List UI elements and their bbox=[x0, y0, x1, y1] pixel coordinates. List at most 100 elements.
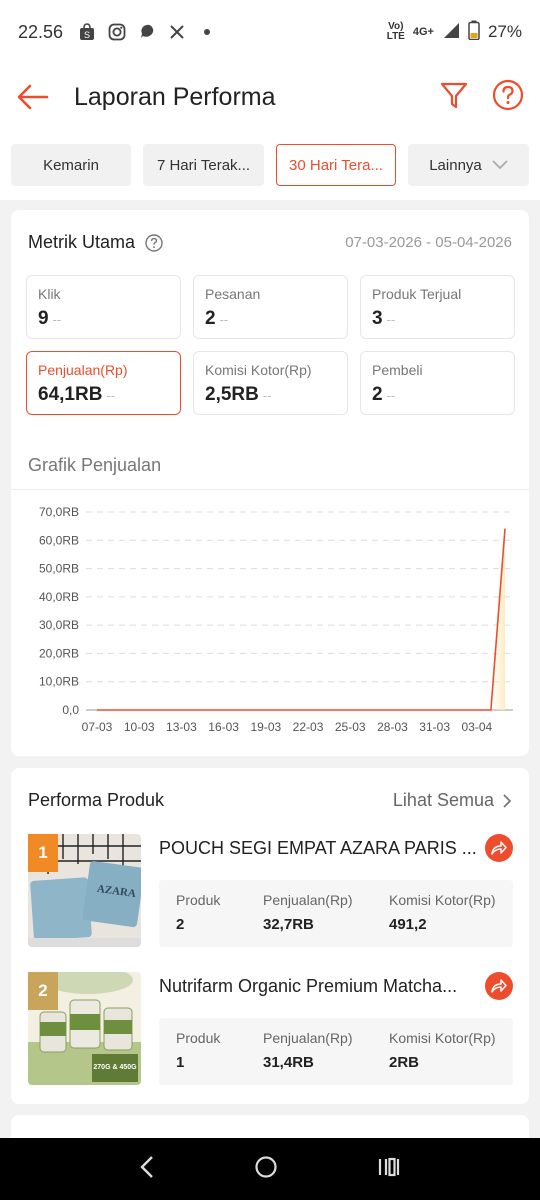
metric-trend: -- bbox=[52, 312, 62, 327]
metric-value: 2,5RB bbox=[205, 384, 259, 405]
stat-label-komisi: Komisi Kotor(Rp) bbox=[389, 1030, 496, 1046]
stat-value-penjualan: 32,7RB bbox=[263, 916, 314, 933]
chip-label: Kemarin bbox=[43, 156, 99, 174]
stat-label-produk: Produk bbox=[176, 1030, 221, 1046]
metric-penjualan[interactable]: Penjualan(Rp) 64,1RB -- bbox=[26, 351, 181, 415]
metric-komisi-kotor[interactable]: Komisi Kotor(Rp) 2,5RB -- bbox=[193, 351, 348, 415]
status-bar: 22.56 S Vo) LTE 4G+ 27% bbox=[0, 0, 540, 64]
metric-label: Produk Terjual bbox=[372, 286, 462, 302]
funnel-icon bbox=[440, 82, 468, 108]
product-stats: Produk Penjualan(Rp) Komisi Kotor(Rp) 1 … bbox=[159, 1018, 513, 1085]
x-tick-label: 31-03 bbox=[419, 720, 450, 734]
filter-chip-lainnya[interactable]: Lainnya bbox=[408, 144, 529, 186]
metric-value: 9 bbox=[38, 308, 49, 329]
volte-bottom-text: LTE bbox=[386, 31, 405, 42]
battery-icon bbox=[468, 20, 480, 45]
metric-value: 64,1RB bbox=[38, 384, 103, 405]
nav-home-button[interactable] bbox=[254, 1155, 278, 1184]
metric-value: 3 bbox=[372, 308, 383, 329]
stat-value-penjualan: 31,4RB bbox=[263, 1054, 314, 1071]
chevron-down-icon bbox=[492, 157, 508, 174]
y-tick-label: 40,0RB bbox=[39, 590, 79, 604]
nav-back-button[interactable] bbox=[139, 1155, 155, 1184]
x-tick-label: 16-03 bbox=[208, 720, 239, 734]
metrics-card: Metrik Utama 07-03-2026 - 05-04-2026 Kli… bbox=[11, 210, 529, 756]
rank-number: 1 bbox=[38, 843, 48, 862]
metric-trend: -- bbox=[219, 312, 229, 327]
product-stats: Produk Penjualan(Rp) Komisi Kotor(Rp) 2 … bbox=[159, 880, 513, 947]
product-item[interactable]: 270G & 450G 2 Nutrifarm Organic Premium … bbox=[28, 972, 513, 1086]
signal-icon bbox=[442, 21, 460, 44]
x-twitter-icon bbox=[167, 22, 187, 42]
metric-produk-terjual[interactable]: Produk Terjual 3 -- bbox=[360, 275, 515, 339]
x-tick-label: 03-04 bbox=[462, 720, 493, 734]
products-title: Performa Produk bbox=[28, 790, 165, 810]
stat-label-penjualan: Penjualan(Rp) bbox=[263, 892, 353, 908]
stat-label-komisi: Komisi Kotor(Rp) bbox=[389, 892, 496, 908]
more-notifications-dot-icon bbox=[197, 22, 217, 42]
app-header: Laporan Performa bbox=[0, 64, 540, 130]
nav-recents-icon bbox=[378, 1157, 399, 1176]
share-button[interactable] bbox=[485, 834, 513, 862]
x-tick-label: 28-03 bbox=[377, 720, 408, 734]
x-tick-label: 07-03 bbox=[82, 720, 113, 734]
shopee-notification-icon: S bbox=[77, 22, 97, 42]
divider bbox=[11, 489, 529, 490]
help-button[interactable] bbox=[492, 79, 524, 116]
x-tick-label: 19-03 bbox=[250, 720, 281, 734]
filter-chip-7-hari[interactable]: 7 Hari Terak... bbox=[143, 144, 264, 186]
metric-klik[interactable]: Klik 9 -- bbox=[26, 275, 181, 339]
arrow-left-icon bbox=[17, 84, 49, 110]
y-tick-label: 70,0RB bbox=[39, 505, 79, 519]
y-tick-label: 50,0RB bbox=[39, 562, 79, 576]
metric-label: Komisi Kotor(Rp) bbox=[205, 362, 312, 378]
metrics-title: Metrik Utama bbox=[28, 232, 136, 252]
stat-value-produk: 2 bbox=[176, 916, 185, 933]
rank-number: 2 bbox=[38, 981, 48, 1000]
chip-label: 7 Hari Terak... bbox=[156, 156, 251, 174]
x-tick-label: 13-03 bbox=[166, 720, 197, 734]
stat-label-produk: Produk bbox=[176, 892, 221, 908]
stat-value-komisi: 2RB bbox=[389, 1054, 420, 1071]
network-type: 4G+ bbox=[412, 26, 434, 38]
metric-trend: -- bbox=[386, 312, 396, 327]
product-performance-card: Performa Produk Lihat Semua AZARA 1 POUC… bbox=[11, 768, 529, 1104]
filter-chip-kemarin[interactable]: Kemarin bbox=[11, 144, 131, 186]
nav-home-icon bbox=[255, 1155, 277, 1178]
share-arrow-icon bbox=[491, 979, 507, 993]
system-navigation-bar bbox=[0, 1138, 540, 1200]
svg-text:S: S bbox=[84, 30, 90, 40]
product-name[interactable]: POUCH SEGI EMPAT AZARA PARIS ... bbox=[159, 838, 479, 859]
chevron-right-icon bbox=[503, 793, 512, 808]
y-tick-label: 0,0 bbox=[62, 703, 79, 717]
info-question-icon[interactable] bbox=[145, 233, 163, 252]
chart-title: Grafik Penjualan bbox=[28, 455, 162, 475]
stat-label-penjualan: Penjualan(Rp) bbox=[263, 1030, 353, 1046]
metric-trend: -- bbox=[262, 388, 272, 403]
filter-button[interactable] bbox=[440, 81, 468, 114]
page-title: Laporan Performa bbox=[74, 82, 276, 111]
nav-recents-button[interactable] bbox=[377, 1156, 401, 1183]
metric-pembeli[interactable]: Pembeli 2 -- bbox=[360, 351, 515, 415]
metric-pesanan[interactable]: Pesanan 2 -- bbox=[193, 275, 348, 339]
share-button[interactable] bbox=[485, 972, 513, 1000]
y-tick-label: 60,0RB bbox=[39, 533, 79, 547]
filter-chip-30-hari[interactable]: 30 Hari Tera... bbox=[276, 144, 396, 186]
date-filter-row: Kemarin 7 Hari Terak... 30 Hari Tera... … bbox=[0, 130, 540, 200]
see-all-link[interactable]: Lihat Semua bbox=[393, 790, 512, 811]
see-all-label: Lihat Semua bbox=[392, 790, 494, 810]
metric-label: Klik bbox=[38, 286, 61, 302]
stat-value-komisi: 491,2 bbox=[389, 916, 427, 933]
metric-label: Penjualan(Rp) bbox=[38, 362, 128, 378]
x-tick-label: 10-03 bbox=[124, 720, 155, 734]
chip-label: Lainnya bbox=[429, 156, 482, 174]
volte-indicator: Vo) LTE bbox=[387, 22, 405, 42]
instagram-icon bbox=[107, 22, 127, 42]
y-tick-label: 10,0RB bbox=[39, 675, 79, 689]
product-item[interactable]: AZARA 1 POUCH SEGI EMPAT AZARA PARIS ...… bbox=[28, 834, 513, 948]
metric-label: Pembeli bbox=[372, 362, 423, 378]
nav-back-icon bbox=[140, 1155, 154, 1178]
status-time: 22.56 bbox=[18, 21, 64, 42]
back-button[interactable] bbox=[16, 80, 50, 114]
product-name[interactable]: Nutrifarm Organic Premium Matcha... bbox=[159, 976, 479, 997]
